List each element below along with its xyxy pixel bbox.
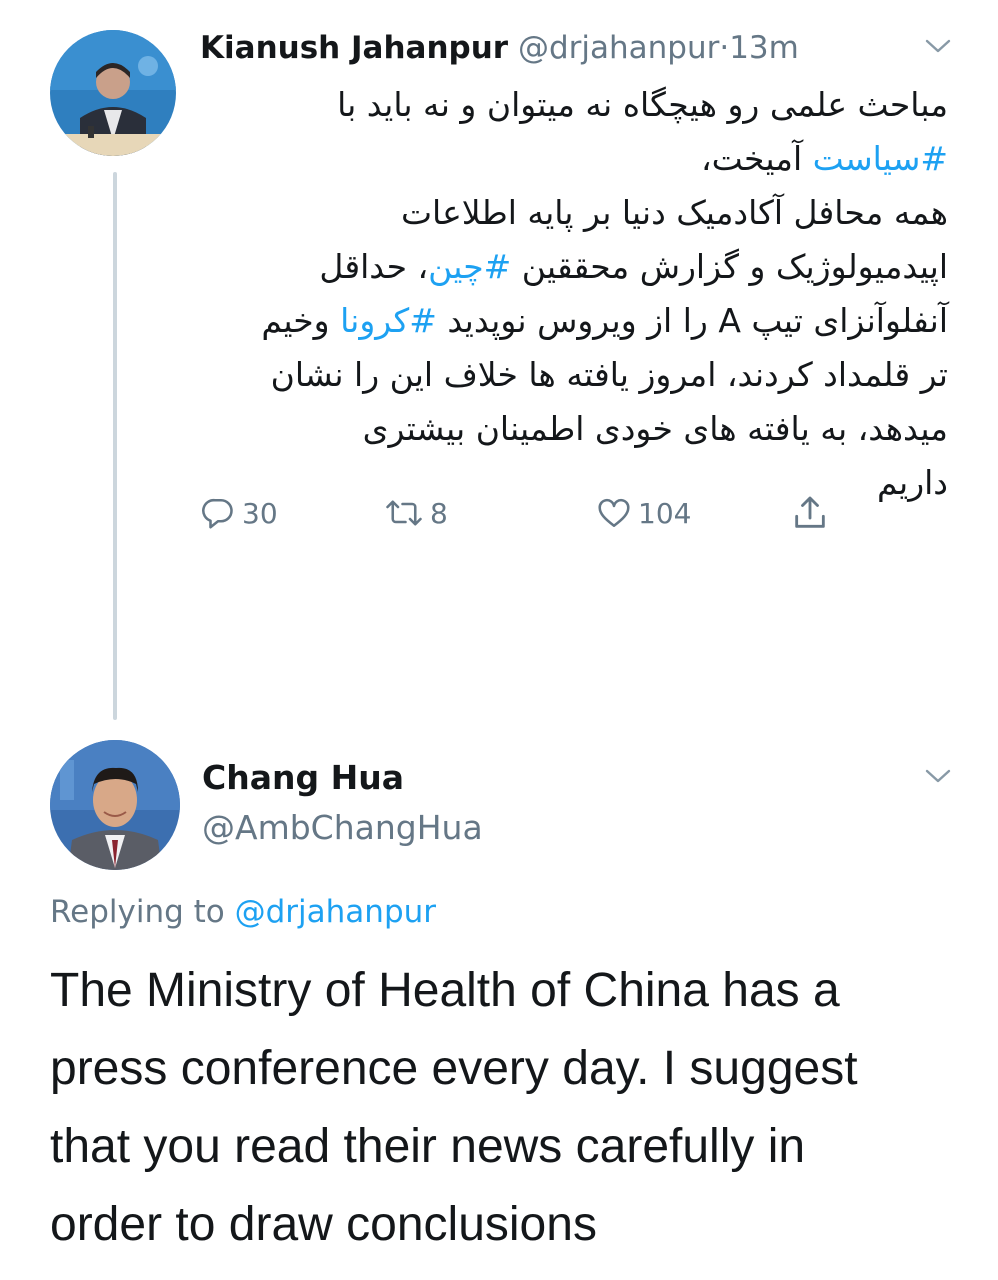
tweet-text-segment: آمیخت، bbox=[700, 139, 813, 178]
hashtag-link[interactable]: #کرونا bbox=[340, 301, 437, 340]
replying-to-mention[interactable]: @drjahanpur bbox=[235, 894, 436, 930]
retweet-button[interactable]: 8 bbox=[384, 492, 448, 534]
retweet-count: 8 bbox=[430, 496, 448, 530]
share-icon bbox=[795, 496, 825, 528]
retweet-icon bbox=[386, 500, 422, 526]
reply-text-line: The Ministry of Health of China has a bbox=[50, 964, 840, 1017]
like-count: 104 bbox=[638, 496, 692, 530]
tweet-text-segment: اپیدمیولوژیک و گزارش محققین bbox=[511, 247, 948, 286]
tweet-header: Kianush Jahanpur @drjahanpur·13m bbox=[200, 28, 799, 68]
reply-icon bbox=[202, 498, 233, 529]
tweet-text-line: مباحث علمی رو هیچگاه نه میتوان و نه باید… bbox=[188, 78, 948, 132]
reply-author-handle[interactable]: @AmbChangHua bbox=[202, 806, 483, 850]
like-button[interactable]: 104 bbox=[596, 492, 691, 534]
tweet-text-segment: آنفلوآنزای تیپ A را از ویروس نوپدید bbox=[436, 301, 948, 340]
tweet-text: مباحث علمی رو هیچگاه نه میتوان و نه باید… bbox=[188, 78, 948, 510]
chevron-down-icon[interactable] bbox=[924, 766, 952, 786]
reply-text: The Ministry of Health of China has a pr… bbox=[50, 952, 960, 1264]
tweet-text-segment: وخیم bbox=[261, 301, 341, 340]
reply-author-name[interactable]: Chang Hua bbox=[202, 756, 404, 800]
reply-text-line: that you read their news carefully in bbox=[50, 1120, 806, 1173]
tweet-text-segment: میدهد، به یافته های خودی اطمینان بیشتری bbox=[362, 409, 948, 448]
tweet-text-segment: تر قلمداد کردند، امروز یافته ها خلاف این… bbox=[270, 355, 948, 394]
tweet-text-line: #سیاست آمیخت، bbox=[188, 132, 948, 186]
reply-count: 30 bbox=[242, 496, 278, 530]
tweet-time[interactable]: 13m bbox=[729, 30, 799, 66]
tweet-text-segment: ، حداقل bbox=[319, 247, 429, 286]
tweet-text-segment: داریم bbox=[877, 463, 948, 502]
tweet-text-segment: مباحث علمی رو هیچگاه نه میتوان و نه باید… bbox=[337, 85, 948, 124]
tweet-text-segment: همه محافل آکادمیک دنیا بر پایه اطلاعات bbox=[400, 193, 948, 232]
heart-icon bbox=[598, 498, 630, 528]
reply-text-line: press conference every day. I suggest bbox=[50, 1042, 858, 1095]
avatar-drjahanpur[interactable] bbox=[50, 30, 176, 156]
avatar-ambchanghua[interactable] bbox=[50, 740, 180, 870]
tweet-text-line: تر قلمداد کردند، امروز یافته ها خلاف این… bbox=[188, 348, 948, 402]
author-handle[interactable]: @drjahanpur bbox=[518, 30, 719, 66]
tweet-text-line: اپیدمیولوژیک و گزارش محققین #چین، حداقل bbox=[188, 240, 948, 294]
hashtag-link[interactable]: #چین bbox=[428, 247, 511, 286]
thread-connector-line bbox=[113, 172, 117, 720]
share-button[interactable] bbox=[790, 492, 836, 534]
separator-dot: · bbox=[719, 30, 730, 66]
replying-to: Replying to @drjahanpur bbox=[50, 890, 436, 934]
chevron-down-icon[interactable] bbox=[924, 36, 952, 56]
hashtag-link[interactable]: #سیاست bbox=[813, 139, 948, 178]
author-name[interactable]: Kianush Jahanpur bbox=[200, 30, 508, 66]
tweet-text-line: همه محافل آکادمیک دنیا بر پایه اطلاعات bbox=[188, 186, 948, 240]
reply-button[interactable]: 30 bbox=[200, 492, 278, 534]
tweet-text-line: آنفلوآنزای تیپ A را از ویروس نوپدید #کرو… bbox=[188, 294, 948, 348]
tweet-text-line: میدهد، به یافته های خودی اطمینان بیشتری bbox=[188, 402, 948, 456]
replying-to-label: Replying to bbox=[50, 894, 235, 930]
reply-text-line: order to draw conclusions bbox=[50, 1198, 597, 1251]
